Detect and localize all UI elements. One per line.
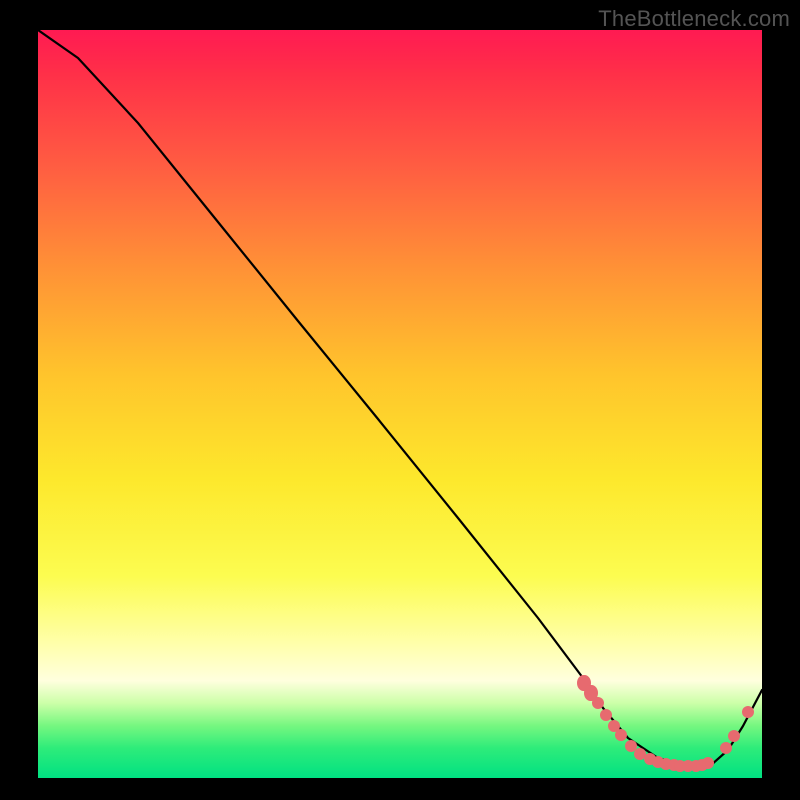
marker-dot: [600, 709, 612, 721]
plot-area: [38, 30, 762, 778]
marker-dot: [720, 742, 732, 754]
marker-dot: [702, 757, 714, 769]
marker-dot: [615, 729, 627, 741]
watermark-text: TheBottleneck.com: [598, 6, 790, 32]
marker-dot: [742, 706, 754, 718]
marker-dot: [728, 730, 740, 742]
marker-dot: [592, 697, 604, 709]
curve-svg: [38, 30, 762, 778]
bottleneck-curve: [38, 30, 762, 766]
